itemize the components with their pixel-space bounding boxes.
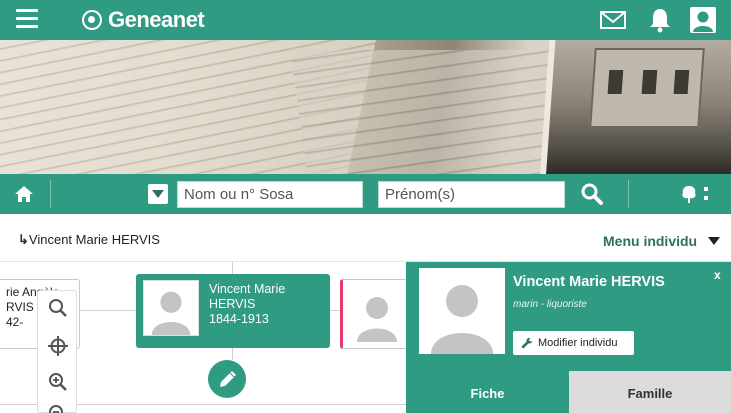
photo-house bbox=[589, 48, 705, 128]
photo-window bbox=[607, 70, 624, 94]
edit-pencil-button[interactable] bbox=[208, 360, 246, 398]
tree-connector bbox=[232, 348, 233, 360]
pencil-icon bbox=[220, 371, 236, 387]
tab-fiche[interactable]: Fiche bbox=[406, 371, 569, 413]
close-icon[interactable]: x bbox=[714, 268, 721, 282]
zoom-in-icon[interactable] bbox=[47, 371, 69, 393]
panel-person-name: Vincent Marie HERVIS bbox=[513, 274, 665, 290]
center-target-icon[interactable] bbox=[47, 335, 69, 357]
breadcrumb-person[interactable]: Vincent Marie HERVIS bbox=[29, 232, 160, 247]
zoom-out-icon[interactable] bbox=[47, 403, 69, 413]
user-icon[interactable] bbox=[690, 7, 716, 33]
breadcrumb-arrow-icon: ↳ bbox=[18, 232, 29, 247]
zoom-controls bbox=[37, 290, 77, 413]
tab-famille[interactable]: Famille bbox=[569, 371, 731, 413]
search-icon[interactable] bbox=[580, 182, 604, 206]
dropdown-icon[interactable] bbox=[148, 184, 168, 204]
banner-book-right bbox=[290, 50, 580, 174]
person-first-names: Vincent Marie bbox=[209, 282, 286, 296]
person-info: Vincent Marie HERVIS 1844-1913 bbox=[209, 282, 285, 327]
bell-icon[interactable] bbox=[647, 7, 673, 33]
avatar-placeholder-icon bbox=[419, 268, 505, 354]
sosa-input[interactable] bbox=[177, 181, 363, 208]
tree-icon[interactable] bbox=[680, 183, 712, 205]
geneanet-logo-icon bbox=[82, 10, 102, 30]
top-bar: Geneanet bbox=[0, 0, 731, 40]
photo-window bbox=[673, 70, 690, 94]
panel-occupation: marin - liquoriste bbox=[513, 299, 587, 310]
chevron-down-icon[interactable] bbox=[708, 237, 720, 245]
brand-logo[interactable]: Geneanet bbox=[82, 7, 205, 33]
mail-icon[interactable] bbox=[600, 7, 626, 33]
separator bbox=[628, 180, 629, 208]
individual-panel: Vincent Marie HERVIS marin - liquoriste … bbox=[406, 262, 731, 413]
person-dates: 1844-1913 bbox=[209, 312, 269, 326]
breadcrumb: ↳Vincent Marie HERVIS bbox=[18, 232, 160, 248]
search-icon[interactable] bbox=[47, 297, 69, 319]
brand-name: Geneanet bbox=[108, 7, 205, 32]
home-icon[interactable] bbox=[14, 185, 34, 203]
avatar-placeholder-icon bbox=[143, 280, 199, 336]
tree-connector bbox=[232, 262, 233, 274]
person-card-selected[interactable]: Vincent Marie HERVIS 1844-1913 bbox=[136, 274, 330, 348]
breadcrumb-row: ↳Vincent Marie HERVIS Menu individu bbox=[0, 214, 731, 262]
menu-individu-button[interactable]: Menu individu bbox=[603, 233, 697, 249]
modify-individual-button[interactable]: Modifier individu bbox=[513, 331, 634, 355]
photo-window bbox=[641, 70, 658, 94]
avatar-placeholder-icon bbox=[357, 297, 397, 342]
modify-label: Modifier individu bbox=[538, 337, 618, 349]
banner-old-photo bbox=[540, 40, 731, 174]
prenom-input[interactable] bbox=[378, 181, 565, 208]
search-bar bbox=[0, 174, 731, 214]
menu-icon[interactable] bbox=[16, 9, 38, 31]
person-surname: HERVIS bbox=[209, 297, 256, 311]
header-banner-image bbox=[0, 40, 731, 174]
person-card-partial-right[interactable] bbox=[340, 279, 410, 349]
wrench-icon bbox=[521, 337, 533, 349]
separator bbox=[50, 180, 51, 208]
